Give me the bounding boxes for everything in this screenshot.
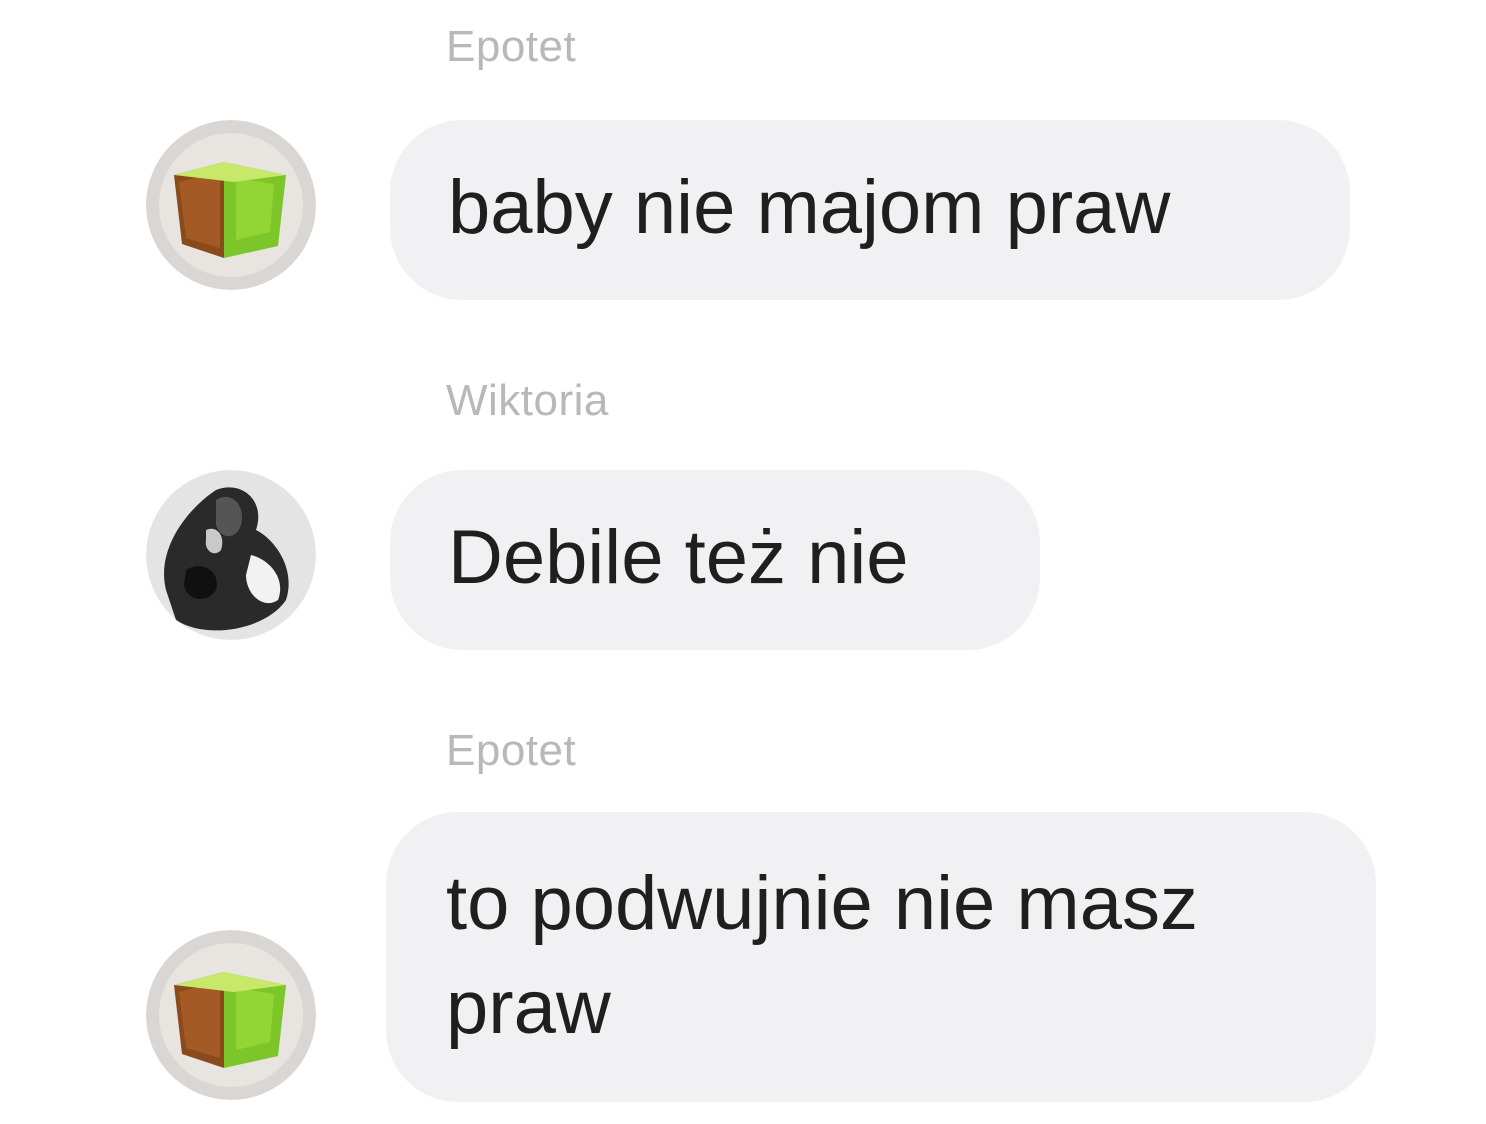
- chat-thread: Epotet baby nie majom praw Wiktoria Debi…: [0, 0, 1486, 1124]
- message-text: baby nie majom praw: [448, 165, 1171, 250]
- green-cube-avatar-icon[interactable]: [146, 120, 316, 290]
- message-text: to podwujnie nie masz praw: [446, 861, 1198, 1050]
- message-bubble[interactable]: baby nie majom praw: [390, 120, 1350, 300]
- message-text: Debile też nie: [448, 515, 909, 600]
- green-cube-avatar-icon[interactable]: [146, 930, 316, 1100]
- sender-name: Wiktoria: [446, 376, 609, 425]
- bw-photo-avatar-icon[interactable]: [146, 470, 316, 640]
- sender-name: Epotet: [446, 726, 577, 775]
- message-bubble[interactable]: to podwujnie nie masz praw: [386, 812, 1376, 1102]
- message-bubble[interactable]: Debile też nie: [390, 470, 1040, 650]
- sender-name: Epotet: [446, 22, 577, 71]
